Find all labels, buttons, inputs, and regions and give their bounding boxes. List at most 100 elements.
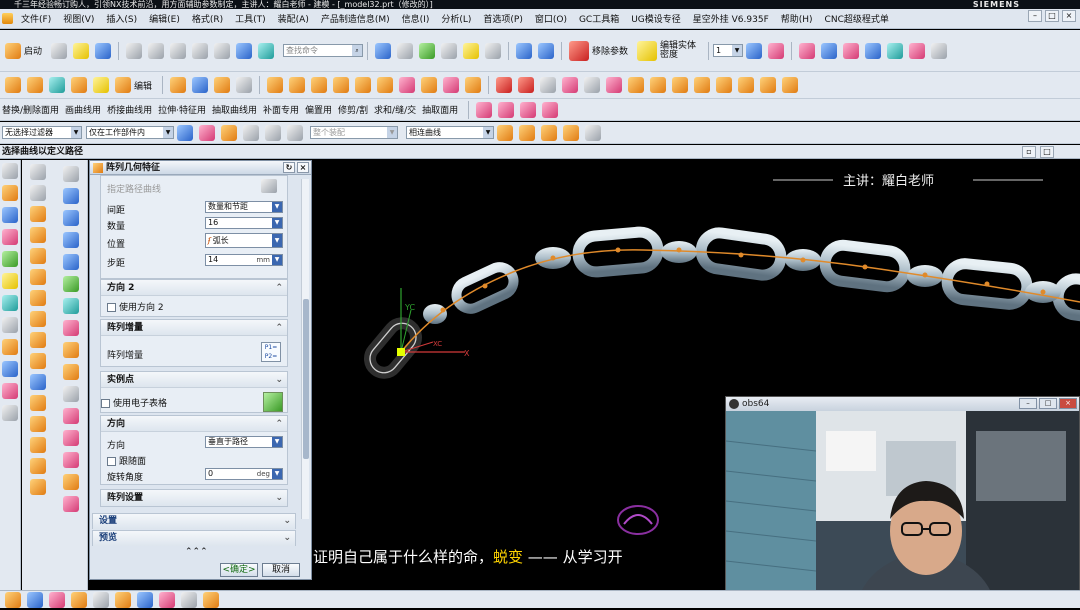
edit-solid-density-label[interactable]: 编辑实体密度 (660, 41, 698, 60)
maximize-icon[interactable]: □ (1039, 398, 1057, 409)
invert-show-icon[interactable] (843, 42, 860, 59)
custom-menu-draw-curve[interactable]: 画曲线用 (65, 103, 101, 116)
trim-sheet-icon[interactable] (62, 320, 79, 336)
sketch-icon[interactable] (30, 164, 46, 180)
hide-icon[interactable] (821, 42, 838, 59)
custom-menu-offset[interactable]: 偏置用 (305, 103, 332, 116)
pattern-increment-icon[interactable]: P1= P2= (261, 342, 281, 362)
measure-icon[interactable] (887, 42, 904, 59)
chevron-up-icon[interactable]: ⌃ (275, 416, 283, 432)
line-icon[interactable] (496, 77, 513, 93)
reset-icon[interactable]: ↻ (283, 162, 295, 173)
trim-body-icon[interactable] (421, 77, 438, 93)
command-finder-icon[interactable] (236, 42, 253, 59)
close-icon[interactable]: × (1062, 10, 1076, 22)
datum-axis-icon[interactable] (192, 77, 209, 93)
menu-assembly[interactable]: 装配(A) (272, 12, 315, 25)
search-icon[interactable]: ⌕ (352, 45, 363, 56)
mirror-feature-side-icon[interactable] (30, 311, 46, 327)
revolve-side-icon[interactable] (30, 227, 46, 243)
through-curve-mesh-icon[interactable] (62, 210, 79, 226)
project-curve-icon[interactable] (716, 77, 733, 93)
n-sided-surface-icon[interactable] (62, 254, 79, 270)
chevron-down-icon[interactable]: ▼ (483, 127, 493, 138)
command-search-input[interactable]: 查找命令 ⌕ (283, 44, 364, 57)
block-icon[interactable] (93, 77, 109, 93)
chevron-down-icon[interactable]: ▼ (387, 127, 397, 138)
boss-icon[interactable] (71, 77, 87, 93)
bottom-tool-8-icon[interactable] (159, 591, 175, 608)
edge-blend-icon[interactable] (333, 77, 350, 93)
undo-icon[interactable] (192, 42, 209, 59)
collapse-more-icon[interactable]: ⌃⌃⌃ (185, 547, 208, 557)
assembly-scope-select[interactable]: 整个装配 ▼ (310, 126, 398, 139)
work-layer-select[interactable]: 1 ▼ (713, 44, 744, 57)
background-icon[interactable] (463, 42, 480, 59)
ruled-surface-icon[interactable] (62, 276, 79, 292)
custom-menu-extract-face[interactable]: 抽取面用 (422, 103, 458, 116)
view-restore-icon[interactable]: ▫ (1022, 146, 1036, 158)
curve-rectangle-icon[interactable] (62, 166, 79, 182)
render-style-icon[interactable] (441, 42, 458, 59)
menu-format[interactable]: 格式(R) (186, 12, 229, 25)
process-studio-icon[interactable] (2, 361, 18, 377)
pattern-geometry-side-icon[interactable] (30, 332, 46, 348)
roles-icon[interactable] (2, 383, 18, 399)
bottom-tool-2-icon[interactable] (27, 591, 43, 608)
obs-webcam-window[interactable]: obs64 – □ × (725, 396, 1080, 608)
menu-edit[interactable]: 编辑(E) (143, 12, 186, 25)
tube-side-icon[interactable] (30, 269, 46, 285)
custom-menu-extract-curve[interactable]: 抽取曲线用 (212, 103, 257, 116)
swept-surface-icon[interactable] (62, 232, 79, 248)
touch-mode-icon[interactable] (258, 42, 275, 59)
pattern-settings-header[interactable]: 阵列设置 ⌄ (101, 490, 287, 506)
use-direction2-checkbox[interactable]: 使用方向 2 (107, 300, 164, 313)
delete-face-side-icon[interactable] (30, 395, 46, 411)
curve-select-icon[interactable] (261, 179, 277, 193)
show-hide-icon[interactable] (799, 42, 816, 59)
custom-menu-bridge-curve[interactable]: 桥接曲线用 (107, 103, 152, 116)
select-feature-icon[interactable] (221, 124, 237, 141)
edit-solid-density-icon[interactable] (637, 40, 658, 61)
curve-trim-icon[interactable] (476, 101, 493, 118)
copy-icon[interactable] (148, 42, 165, 59)
step-input[interactable]: 14 mm ▼ (205, 254, 283, 266)
origin-point-icon[interactable] (397, 348, 405, 356)
patch-icon[interactable] (62, 386, 79, 402)
paste-icon[interactable] (170, 42, 187, 59)
web-browser-icon[interactable] (2, 295, 18, 311)
arc-icon[interactable] (606, 77, 623, 93)
chevron-down-icon[interactable]: ▼ (163, 127, 173, 138)
orientation-select[interactable]: 垂直于路径 ▼ (205, 436, 283, 448)
extract-curve-icon[interactable] (782, 77, 799, 93)
shaded-with-edges-icon[interactable] (419, 42, 436, 59)
count-input[interactable]: 16 ▼ (205, 217, 283, 229)
close-icon[interactable]: × (297, 162, 309, 173)
remove-params-label[interactable]: 移除参数 (592, 44, 628, 57)
orient-view-icon[interactable] (516, 42, 533, 59)
resize-blend-side-icon[interactable] (30, 458, 46, 474)
chevron-down-icon[interactable]: ⌄ (283, 531, 291, 546)
rectangle-icon[interactable] (518, 77, 535, 93)
shell-icon[interactable] (377, 77, 394, 93)
chamfer-icon[interactable] (355, 77, 372, 93)
curve-split-icon[interactable] (498, 101, 515, 118)
checkbox-icon[interactable] (107, 457, 116, 466)
select-all-icon[interactable] (177, 124, 193, 141)
bottom-tool-3-icon[interactable] (49, 591, 65, 608)
intersect-icon[interactable] (311, 77, 328, 93)
extrude-icon[interactable] (5, 77, 21, 93)
obs-title-bar[interactable]: obs64 – □ × (726, 397, 1079, 411)
position-select[interactable]: ʄ 弧长 ▼ (205, 233, 283, 248)
dialog-scrollbar[interactable] (301, 179, 309, 519)
stop-at-intersection-icon[interactable] (497, 124, 513, 141)
chevron-down-icon[interactable]: ▼ (71, 127, 81, 138)
selection-scope-select[interactable]: 仅在工作部件内 ▼ (86, 126, 174, 139)
curve-rule-select[interactable]: 相连曲线 ▼ (406, 126, 494, 139)
scrollbar-thumb[interactable] (303, 299, 309, 459)
show-all-icon[interactable] (865, 42, 882, 59)
new-file-icon[interactable] (51, 42, 68, 59)
spline-icon[interactable] (540, 77, 557, 93)
bottom-tool-6-icon[interactable] (115, 591, 131, 608)
instance-points-header[interactable]: 实例点 ⌄ (101, 372, 287, 388)
